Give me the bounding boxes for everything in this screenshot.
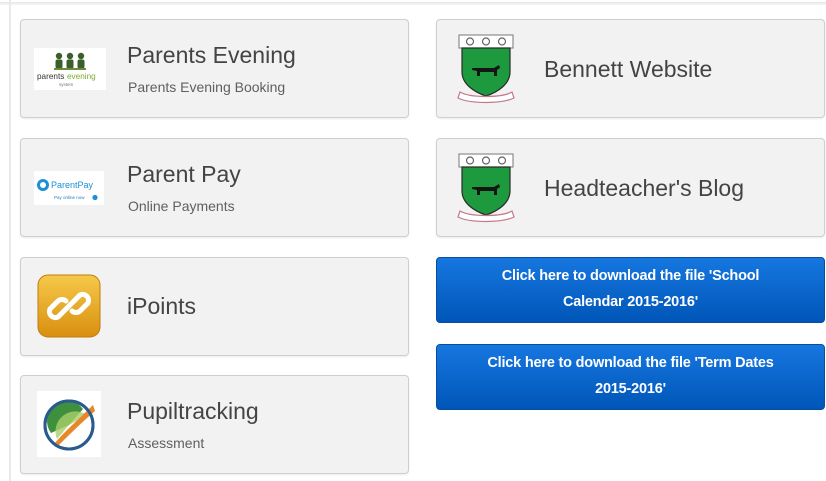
- parentpay-logo: ParentPay Pay online now: [34, 171, 104, 205]
- link-chain-icon: [37, 274, 101, 338]
- parents-evening-tile[interactable]: parents evening system Parents Evening P…: [20, 19, 409, 118]
- headteachers-blog-tile[interactable]: Headteacher's Blog: [436, 138, 825, 237]
- logo-text-evening: evening: [67, 72, 96, 81]
- button-label-line2: Calendar 2015-2016': [562, 294, 699, 310]
- headteacher-crest-logo: [456, 153, 516, 223]
- bennett-website-tile[interactable]: Bennett Website: [436, 19, 825, 118]
- top-divider: [0, 2, 826, 5]
- parentpay-tagline: Pay online now: [54, 195, 85, 200]
- tile-subtitle: Parents Evening Booking: [128, 79, 286, 95]
- parent-pay-tile[interactable]: ParentPay Pay online now Parent Pay Onli…: [20, 138, 409, 237]
- tile-title: Parent Pay: [127, 161, 241, 187]
- tile-title: Parents Evening: [127, 42, 296, 68]
- pupiltracking-logo: [37, 391, 101, 457]
- button-label-line2: 2015-2016': [595, 381, 666, 397]
- pupiltracking-tile[interactable]: Pupiltracking Assessment: [20, 375, 409, 474]
- bennett-crest-logo: [456, 34, 516, 104]
- tile-title: iPoints: [127, 293, 197, 319]
- button-label-line1: Click here to download the file 'School: [501, 268, 760, 284]
- parentpay-wordmark: ParentPay: [51, 180, 94, 190]
- ipoints-logo: [37, 274, 101, 338]
- left-divider: [9, 0, 11, 481]
- button-label-line1: Click here to download the file 'Term Da…: [487, 355, 774, 371]
- logo-text-system: system: [59, 82, 74, 87]
- parents-evening-logo: parents evening system: [34, 48, 106, 90]
- school-crest-icon: [457, 34, 515, 104]
- pupiltracking-logo-icon: [43, 399, 95, 451]
- parentpay-logo-icon: ParentPay Pay online now: [37, 179, 98, 201]
- tile-title: Bennett Website: [544, 56, 713, 82]
- tile-subtitle: Assessment: [128, 435, 205, 451]
- download-term-dates-button[interactable]: Click here to download the file 'Term Da…: [436, 344, 825, 410]
- school-crest-icon: [457, 153, 515, 223]
- download-school-calendar-button[interactable]: Click here to download the file 'School …: [436, 257, 825, 323]
- people-group-icon: parents evening system: [37, 52, 96, 87]
- tile-subtitle: Online Payments: [128, 198, 235, 214]
- ipoints-tile[interactable]: iPoints: [20, 257, 409, 356]
- tile-title: Pupiltracking: [127, 398, 259, 424]
- logo-text-parents: parents: [37, 72, 64, 81]
- tile-title: Headteacher's Blog: [544, 175, 745, 201]
